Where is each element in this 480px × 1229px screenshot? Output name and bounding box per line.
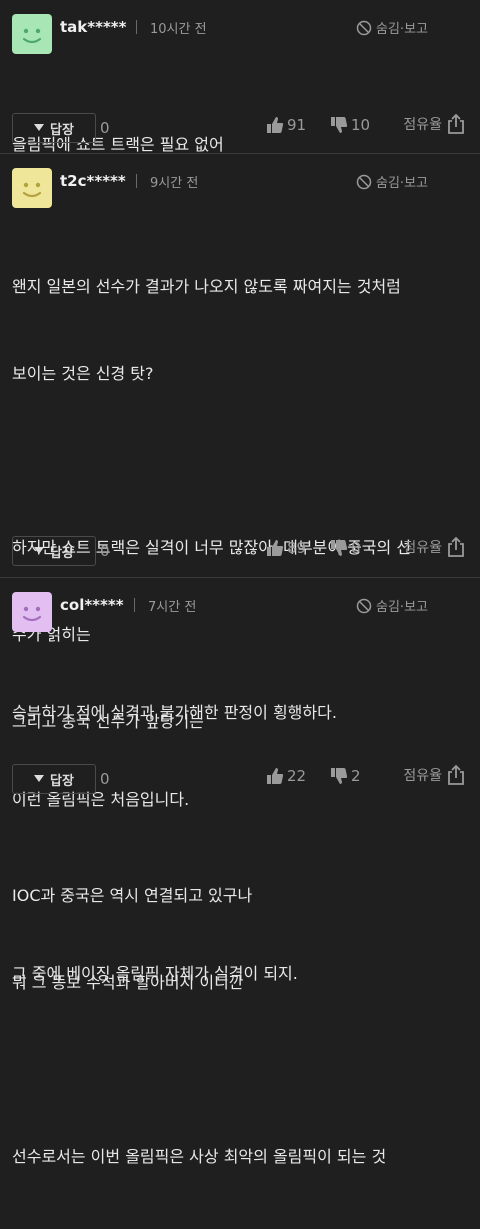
share-icon (448, 113, 464, 134)
hide-report-label: 숨김·보고 (376, 176, 428, 191)
timestamp: 7시간 전 (148, 600, 197, 615)
divider (136, 174, 137, 188)
share-icon (448, 764, 464, 785)
like-button[interactable]: 91 (266, 116, 306, 134)
reply-count: 0 (100, 542, 110, 560)
share-label: 점유율 (403, 117, 442, 133)
comment-card: col***** 7시간 전 숨김·보고 승부하기 전에 실격과 불가해한 판정… (0, 578, 480, 983)
reply-label: 답장 (50, 773, 74, 789)
reply-button[interactable]: 답장 (12, 764, 96, 794)
caret-down-icon (34, 124, 45, 131)
comment-line: 왠지 일본의 선수가 결과가 나오지 않도록 짜여지는 것처럼 (12, 277, 401, 296)
dislike-count: 10 (351, 116, 371, 134)
comment-actions: 답장 0 22 2 점유율 (12, 764, 466, 794)
comment-header: tak***** 10시간 전 숨김·보고 (12, 10, 480, 54)
thumbs-up-icon (267, 117, 284, 133)
hide-report-button[interactable]: 숨김·보고 (356, 596, 428, 615)
avatar[interactable] (12, 592, 52, 632)
like-count: 22 (287, 767, 307, 785)
comment-text: 승부하기 전에 실격과 불가해한 판정이 횡행하다. 이런 올림픽은 처음입니다… (12, 640, 466, 1046)
comment-line: 보이는 것은 신경 탓? (12, 364, 154, 383)
comment-line: 그 중에 베이징 올림픽 자체가 실격이 되지. (12, 964, 298, 983)
caret-down-icon (34, 775, 45, 782)
reply-count: 0 (100, 770, 110, 788)
nickname[interactable]: t2c***** (60, 172, 126, 190)
reply-label: 답장 (50, 122, 74, 138)
share-button[interactable]: 점유율 (403, 113, 466, 135)
thumbs-down-icon (331, 540, 348, 556)
share-label: 점유율 (403, 768, 442, 784)
reply-button[interactable]: 답장 (12, 536, 96, 566)
like-count: 89 (287, 539, 307, 557)
comment-header: t2c***** 9시간 전 숨김·보고 (12, 164, 480, 208)
share-icon (448, 536, 464, 557)
block-icon (356, 174, 372, 189)
divider (136, 20, 137, 34)
comment-actions: 답장 0 89 8 점유율 (12, 536, 466, 566)
like-button[interactable]: 22 (266, 767, 306, 785)
comment-line: 승부하기 전에 실격과 불가해한 판정이 횡행하다. (12, 703, 337, 722)
share-button[interactable]: 점유율 (403, 764, 466, 786)
block-icon (356, 20, 372, 35)
thumbs-up-icon (267, 768, 284, 784)
share-label: 점유율 (403, 540, 442, 556)
dislike-button[interactable]: 10 (330, 116, 370, 134)
nickname[interactable]: col***** (60, 596, 124, 614)
reply-label: 답장 (50, 545, 74, 561)
share-button[interactable]: 점유율 (403, 536, 466, 558)
dislike-button[interactable]: 2 (330, 767, 361, 785)
dislike-count: 8 (351, 539, 361, 557)
timestamp: 9시간 전 (150, 176, 199, 191)
thumbs-down-icon (331, 117, 348, 133)
comment-line (12, 446, 466, 475)
like-count: 91 (287, 116, 307, 134)
comment-actions: 답장 0 91 10 점유율 (12, 113, 466, 143)
dislike-count: 2 (351, 767, 361, 785)
comment-line (12, 1055, 466, 1084)
comment-line (12, 872, 466, 901)
comment-card: t2c***** 9시간 전 숨김·보고 왠지 일본의 선수가 결과가 나오지 … (0, 154, 480, 1166)
nickname[interactable]: tak***** (60, 18, 127, 36)
avatar[interactable] (12, 168, 52, 208)
thumbs-up-icon (267, 540, 284, 556)
thumbs-down-icon (331, 768, 348, 784)
reply-count: 0 (100, 119, 110, 137)
caret-down-icon (34, 547, 45, 554)
comment-header: col***** 7시간 전 숨김·보고 (12, 588, 480, 632)
reply-button[interactable]: 답장 (12, 113, 96, 143)
divider (134, 598, 135, 612)
comment-card: tak***** 10시간 전 숨김·보고 올림픽에 쇼트 트랙은 필요 없어 … (0, 0, 480, 154)
hide-report-button[interactable]: 숨김·보고 (356, 172, 428, 191)
dislike-button[interactable]: 8 (330, 539, 361, 557)
comment-line: 선수로서는 이번 올림픽은 사상 최악의 올림픽이 되는 것 (12, 1147, 387, 1166)
timestamp: 10시간 전 (150, 22, 207, 37)
like-button[interactable]: 89 (266, 539, 306, 557)
hide-report-label: 숨김·보고 (376, 22, 428, 37)
block-icon (356, 598, 372, 613)
avatar[interactable] (12, 14, 52, 54)
hide-report-button[interactable]: 숨김·보고 (356, 18, 428, 37)
hide-report-label: 숨김·보고 (376, 600, 428, 615)
